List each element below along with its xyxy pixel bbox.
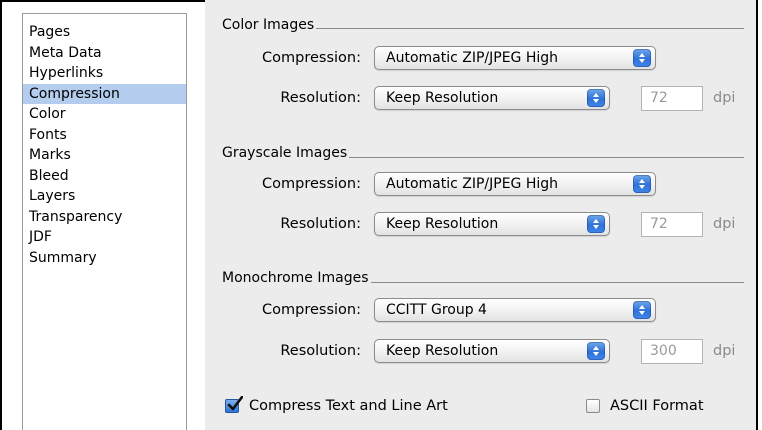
sidebar-item-marks[interactable]: Marks	[23, 145, 186, 166]
sidebar-item-layers[interactable]: Layers	[23, 186, 186, 207]
popup-value: Automatic ZIP/JPEG High	[386, 176, 559, 192]
checkmark-icon	[227, 396, 243, 411]
sidebar-item-meta-data[interactable]: Meta Data	[23, 43, 186, 64]
sidebar-item-color[interactable]: Color	[23, 104, 186, 125]
dpi-unit-label: dpi	[713, 216, 736, 232]
grayscale-compression-popup[interactable]: Automatic ZIP/JPEG High	[374, 172, 656, 196]
dpi-unit-label: dpi	[713, 90, 736, 106]
grayscale-resolution-popup[interactable]: Keep Resolution	[374, 212, 610, 236]
sidebar-item-bleed[interactable]: Bleed	[23, 166, 186, 187]
grayscale-dpi-field[interactable]: 72	[641, 212, 703, 237]
compress-text-checkbox[interactable]	[225, 396, 243, 413]
compression-label: Compression:	[262, 50, 361, 66]
ascii-format-checkbox[interactable]	[586, 399, 600, 413]
popup-value: Keep Resolution	[386, 343, 499, 359]
section-title-color-images: Color Images	[222, 17, 317, 33]
popup-arrows-icon	[587, 215, 605, 233]
compress-text-label[interactable]: Compress Text and Line Art	[249, 398, 448, 414]
sidebar-item-hyperlinks[interactable]: Hyperlinks	[23, 63, 186, 84]
sidebar-item-transparency[interactable]: Transparency	[23, 207, 186, 228]
resolution-label: Resolution:	[280, 343, 361, 359]
popup-value: Keep Resolution	[386, 90, 499, 106]
section-title-grayscale-images: Grayscale Images	[222, 145, 350, 161]
ascii-format-label[interactable]: ASCII Format	[610, 398, 704, 414]
popup-value: Keep Resolution	[386, 216, 499, 232]
dpi-unit-label: dpi	[713, 343, 736, 359]
monochrome-compression-popup[interactable]: CCITT Group 4	[374, 298, 656, 322]
popup-arrows-icon	[587, 342, 605, 360]
resolution-label: Resolution:	[280, 90, 361, 106]
sidebar-item-compression[interactable]: Compression	[23, 83, 186, 104]
sidebar-item-pages[interactable]: Pages	[23, 22, 186, 43]
popup-arrows-icon	[633, 301, 651, 319]
color-compression-popup[interactable]: Automatic ZIP/JPEG High	[374, 46, 656, 70]
monochrome-resolution-popup[interactable]: Keep Resolution	[374, 339, 610, 363]
sidebar-item-jdf[interactable]: JDF	[23, 227, 186, 248]
popup-value: Automatic ZIP/JPEG High	[386, 50, 559, 66]
popup-value: CCITT Group 4	[386, 302, 487, 318]
color-resolution-popup[interactable]: Keep Resolution	[374, 86, 610, 110]
compression-label: Compression:	[262, 302, 361, 318]
category-list-items: Pages Meta Data Hyperlinks Compression C…	[23, 14, 186, 268]
color-dpi-field[interactable]: 72	[641, 86, 703, 111]
popup-arrows-icon	[633, 49, 651, 67]
section-title-monochrome-images: Monochrome Images	[222, 270, 371, 286]
compression-panel: Color Images Compression: Automatic ZIP/…	[205, 0, 756, 430]
popup-arrows-icon	[633, 175, 651, 193]
sidebar-item-summary[interactable]: Summary	[23, 248, 186, 269]
sidebar-item-fonts[interactable]: Fonts	[23, 125, 186, 146]
compression-label: Compression:	[262, 176, 361, 192]
category-list[interactable]: Pages Meta Data Hyperlinks Compression C…	[22, 13, 187, 430]
monochrome-dpi-field[interactable]: 300	[641, 339, 703, 364]
resolution-label: Resolution:	[280, 216, 361, 232]
popup-arrows-icon	[587, 89, 605, 107]
